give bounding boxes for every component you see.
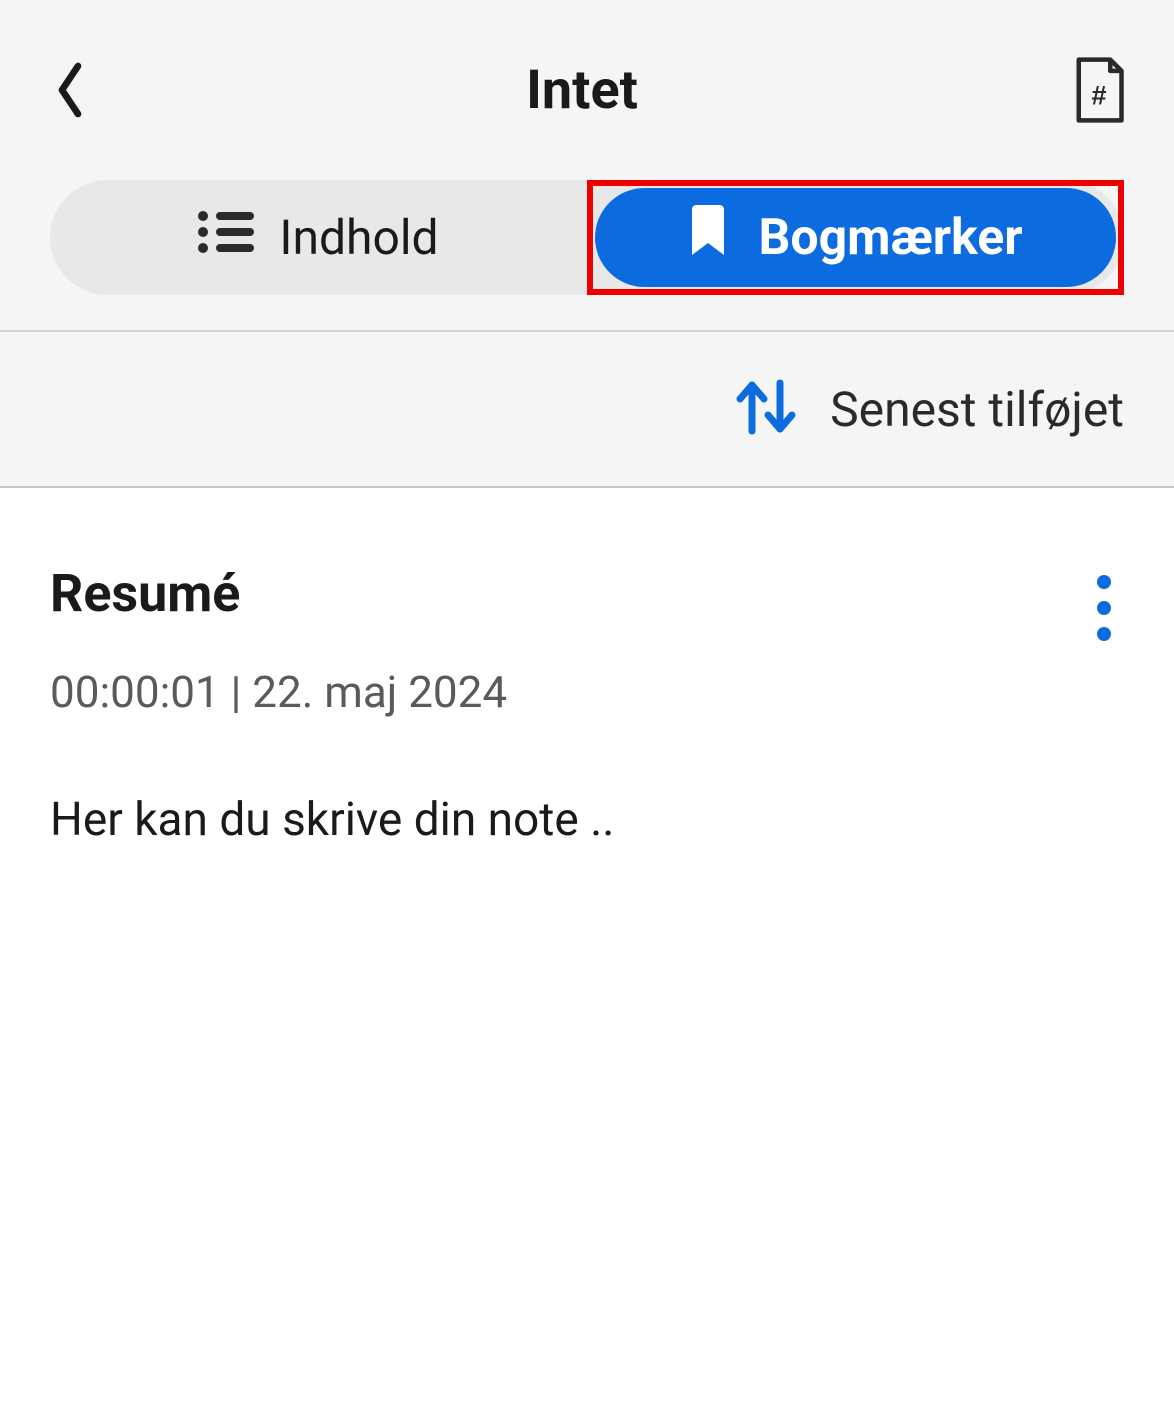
bookmark-icon [688,205,728,270]
page-title: Intet [526,59,638,122]
svg-text:#: # [1091,81,1106,111]
app-header: Intet # [0,0,1174,170]
bookmark-timestamp: 00:00:01 [50,666,220,718]
bookmark-meta: 00:00:01 | 22. maj 2024 [50,666,1084,718]
bookmark-note: Her kan du skrive din note .. [50,793,1084,847]
dots-vertical-icon [1096,572,1112,644]
bookmark-item[interactable]: Resumé 00:00:01 | 22. maj 2024 Her kan d… [50,563,1124,847]
chevron-left-icon [54,59,86,121]
sort-arrows-icon [732,377,800,441]
tab-content-label: Indhold [279,209,438,266]
bookmark-date: 22. maj 2024 [252,666,507,718]
tab-bookmarks[interactable]: Bogmærker [587,180,1124,295]
sort-bar[interactable]: Senest tilføjet [0,332,1174,488]
list-icon [198,209,254,266]
page-number-button[interactable]: # [1069,55,1129,125]
more-options-button[interactable] [1084,568,1124,648]
bookmark-list: Resumé 00:00:01 | 22. maj 2024 Her kan d… [0,488,1174,1402]
tab-bar: Indhold Bogmærker [50,180,1124,295]
bookmark-title: Resumé [50,563,1084,624]
sort-label: Senest tilføjet [830,381,1124,438]
tab-bookmarks-label: Bogmærker [758,209,1022,267]
back-button[interactable] [45,55,95,125]
tab-content[interactable]: Indhold [50,180,587,295]
page-hash-icon: # [1072,56,1126,124]
